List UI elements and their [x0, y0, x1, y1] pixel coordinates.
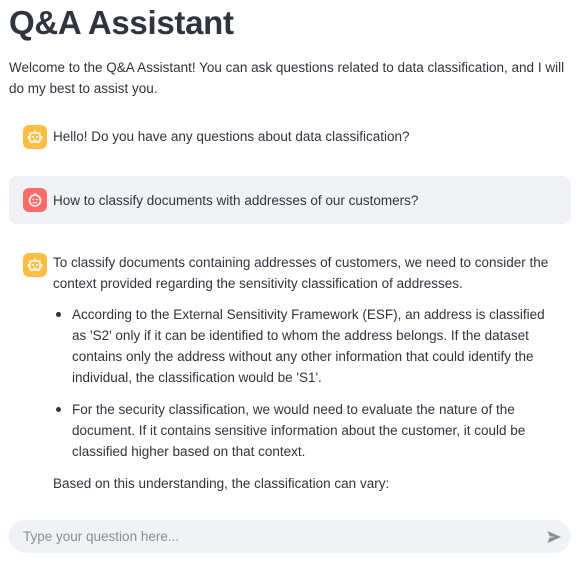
page-title: Q&A Assistant: [9, 4, 234, 41]
chat-input-bar: [9, 520, 571, 553]
send-button[interactable]: [537, 520, 571, 553]
chat-message-assistant: Hello! Do you have any questions about d…: [9, 120, 571, 152]
answer-intro: To classify documents containing address…: [53, 255, 549, 291]
message-body: To classify documents containing address…: [53, 252, 557, 494]
chat-input[interactable]: [9, 520, 537, 553]
chat-message-user: How to classify documents with addresses…: [9, 176, 571, 224]
bullet-item: For the security classification, we woul…: [53, 399, 557, 462]
robot-icon: [23, 125, 47, 149]
smiley-face-icon: [23, 188, 47, 212]
message-text: How to classify documents with addresses…: [53, 193, 419, 208]
send-icon: [547, 530, 561, 543]
chat-app: Q&A Assistant Welcome to the Q&A Assista…: [0, 0, 579, 564]
welcome-text: Welcome to the Q&A Assistant! You can as…: [9, 60, 565, 96]
chat-message-assistant: To classify documents containing address…: [9, 245, 571, 500]
answer-bullet-list: According to the External Sensitivity Fr…: [53, 304, 557, 462]
message-text: Hello! Do you have any questions about d…: [53, 129, 410, 144]
answer-closing: Based on this understanding, the classif…: [53, 476, 390, 491]
robot-icon: [23, 253, 47, 277]
bullet-item: According to the External Sensitivity Fr…: [53, 304, 557, 388]
